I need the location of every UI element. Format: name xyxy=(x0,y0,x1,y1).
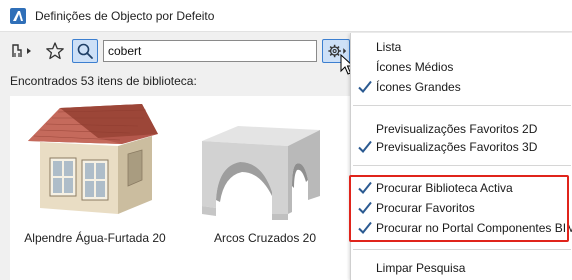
dormer-porch-thumbnail xyxy=(28,104,158,214)
menu-item-label: Lista xyxy=(376,40,402,54)
archicad-app-icon xyxy=(10,7,26,24)
menu-item-label: Ícones Médios xyxy=(376,60,454,74)
menu-item-label: Ícones Grandes xyxy=(376,80,461,94)
library-item[interactable]: Arcos Cruzados 20 xyxy=(180,96,350,280)
menu-separator xyxy=(353,165,571,166)
menu-item-list[interactable]: Lista xyxy=(351,37,572,57)
menu-item-medium-icons[interactable]: Ícones Médios xyxy=(351,57,572,77)
search-icon xyxy=(77,43,93,59)
callout-highlight-box xyxy=(349,175,569,242)
menu-separator xyxy=(353,249,571,250)
view-options-menu: Lista Ícones Médios Ícones Grandes Previ… xyxy=(350,33,572,280)
cross-vault-thumbnail xyxy=(202,126,320,220)
title-bar: Definições de Objecto por Defeito xyxy=(0,0,572,32)
menu-item-large-icons[interactable]: Ícones Grandes xyxy=(351,77,572,97)
checkmark-icon xyxy=(358,80,372,93)
menu-item-favorites-preview-3d[interactable]: Previsualizações Favoritos 3D xyxy=(351,137,572,157)
library-item[interactable]: Alpendre Água-Furtada 20 xyxy=(10,96,180,280)
search-input[interactable] xyxy=(103,40,317,62)
menu-separator xyxy=(353,105,571,106)
toolbar xyxy=(0,33,350,69)
results-count-label: Encontrados 53 itens de biblioteca: xyxy=(10,74,197,88)
menu-item-label: Previsualizações Favoritos 3D xyxy=(376,140,538,154)
menu-item-clear-search[interactable]: Limpar Pesquisa xyxy=(351,258,572,278)
checkmark-icon xyxy=(358,140,372,153)
library-item-label: Arcos Cruzados 20 xyxy=(213,231,317,245)
results-panel[interactable]: Alpendre Água-Furtada 20 Arcos Cruzados … xyxy=(10,96,350,280)
window-title: Definições de Objecto por Defeito xyxy=(35,8,215,23)
object-filter-button[interactable] xyxy=(10,40,38,62)
menu-item-label: Limpar Pesquisa xyxy=(376,261,466,275)
star-icon xyxy=(46,42,64,60)
menu-item-label: Previsualizações Favoritos 2D xyxy=(376,122,538,136)
library-item-label: Alpendre Água-Furtada 20 xyxy=(24,231,166,245)
favorites-button[interactable] xyxy=(44,40,66,62)
object-filter-icon xyxy=(12,44,31,57)
menu-item-favorites-preview-2d[interactable]: Previsualizações Favoritos 2D xyxy=(351,119,572,139)
search-toggle-button[interactable] xyxy=(72,39,98,63)
